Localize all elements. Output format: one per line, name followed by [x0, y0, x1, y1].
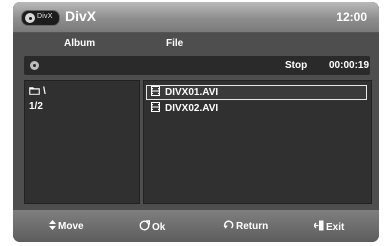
file-name: DIVX02.AVI — [165, 103, 219, 114]
return-icon — [223, 220, 234, 229]
folder-item[interactable]: \ — [29, 86, 46, 97]
exit-label: Exit — [326, 222, 345, 233]
divx-disc-badge: DivX — [21, 10, 60, 26]
button-guide-bar: Move Ok Return Exit — [13, 210, 379, 242]
file-column-header: File — [166, 38, 184, 49]
ok-hint[interactable]: Ok — [139, 220, 165, 233]
album-column-header: Album — [64, 38, 96, 49]
return-hint[interactable]: Return — [223, 220, 268, 232]
file-item-divx01[interactable]: DIVX01.AVI — [146, 85, 367, 100]
move-hint[interactable]: Move — [49, 220, 84, 232]
folder-icon — [29, 86, 40, 95]
page-title: DivX — [65, 8, 97, 24]
folder-name: \ — [43, 86, 46, 97]
album-panel[interactable]: \ 1/2 — [24, 80, 140, 204]
badge-label: DivX — [37, 13, 53, 20]
disc-icon — [25, 13, 35, 23]
file-name: DIVX01.AVI — [165, 87, 219, 98]
move-label: Move — [58, 221, 84, 232]
title-bar: DivX DivX 12:00 — [13, 2, 379, 33]
film-icon — [151, 86, 160, 100]
ok-label: Ok — [152, 222, 166, 233]
clock: 12:00 — [336, 10, 367, 24]
page-indicator: 1/2 — [29, 101, 43, 112]
return-label: Return — [236, 221, 269, 232]
film-icon — [151, 102, 160, 117]
up-down-arrows-icon — [49, 220, 56, 230]
elapsed-time: 00:00:19 — [329, 60, 370, 71]
disc-status-icon — [30, 61, 39, 70]
file-item-divx02[interactable]: DIVX02.AVI — [146, 101, 367, 116]
enter-icon — [139, 220, 151, 231]
divx-browser-screen: DivX DivX 12:00 Album File Stop 00:00:19… — [13, 2, 379, 242]
playback-state: Stop — [285, 60, 308, 71]
exit-icon — [313, 220, 324, 231]
playback-status-bar: Stop 00:00:19 — [24, 56, 370, 75]
exit-hint[interactable]: Exit — [313, 220, 345, 233]
file-panel[interactable]: DIVX01.AVI DIVX02.AVI — [143, 80, 372, 204]
